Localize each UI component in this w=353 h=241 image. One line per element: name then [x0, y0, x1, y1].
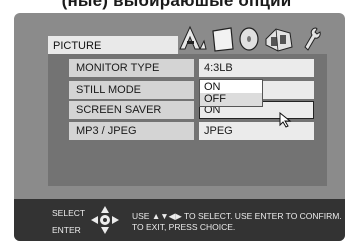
setting-row-mp3-jpeg[interactable]: MP3 / JPEG JPEG — [69, 122, 314, 140]
setting-row-screen-saver[interactable]: SCREEN SAVER ON — [69, 101, 314, 119]
setting-label: STILL MODE — [69, 81, 194, 99]
footer-help-line-1: USE ▲▼◀▶ TO SELECT. USE ENTER TO CONFIRM… — [132, 211, 342, 221]
setting-label: SCREEN SAVER — [69, 101, 194, 119]
top-caption-fragment: (ные) выбираюшые опции — [61, 0, 292, 10]
disc-icon[interactable] — [238, 25, 260, 53]
dropdown-option-off[interactable]: OFF — [200, 93, 262, 106]
wrench-icon[interactable] — [300, 25, 322, 53]
pointer-cursor-icon — [279, 112, 292, 128]
setting-label: MP3 / JPEG — [69, 122, 194, 140]
setting-value[interactable]: JPEG — [199, 122, 314, 140]
text-a-icon[interactable] — [178, 25, 208, 53]
setting-row-still-mode[interactable]: STILL MODE AUTO — [69, 81, 314, 99]
tab-picture-label: PICTURE — [48, 36, 178, 54]
footer-enter-label: ENTER — [52, 225, 81, 235]
page-icon[interactable] — [210, 25, 236, 53]
help-footer: SELECT ENTER USE ▲▼◀▶ TO SELECT. USE ENT… — [14, 199, 345, 241]
footer-select-label: SELECT — [52, 208, 86, 218]
setting-label: MONITOR TYPE — [69, 59, 194, 77]
osd-menu-screen: PICTURE MONITOR TYPE 4:3LB STILL MODE SC… — [14, 13, 345, 241]
footer-help-line-2: TO EXIT, PRESS CHOICE. — [132, 222, 236, 232]
direction-pad-icon — [91, 206, 119, 234]
screen-saver-dropdown: ON OFF — [199, 79, 263, 107]
setting-value[interactable]: 4:3LB — [199, 59, 314, 77]
speakers-icon[interactable] — [262, 25, 296, 53]
setting-row-monitor-type[interactable]: MONITOR TYPE 4:3LB — [69, 59, 314, 77]
